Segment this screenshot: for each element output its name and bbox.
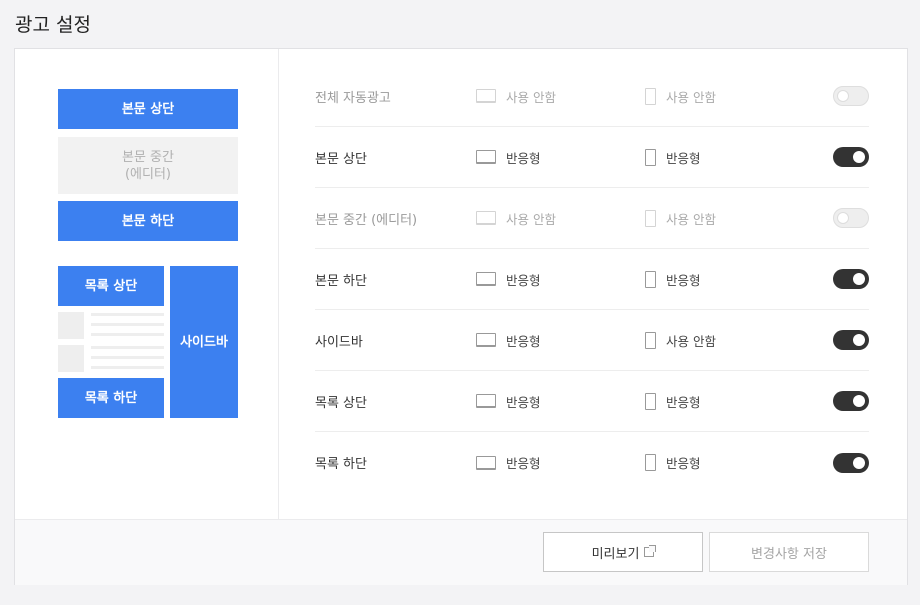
preview-block-sidebar: 사이드바 <box>170 266 238 418</box>
setting-row-body-top: 본문 상단 반응형 반응형 <box>315 127 869 188</box>
mobile-setting-value: 반응형 <box>666 272 701 288</box>
external-link-icon <box>644 545 657 557</box>
toggle-knob <box>853 151 865 163</box>
mobile-icon <box>645 454 656 471</box>
mobile-setting-value: 사용 안함 <box>666 333 716 349</box>
preview-block-body-top: 본문 상단 <box>58 89 238 129</box>
panel-footer: 미리보기 변경사항 저장 <box>15 519 907 585</box>
mobile-setting[interactable]: 사용 안함 <box>645 310 716 370</box>
setting-row-label: 전체 자동광고 <box>315 90 391 106</box>
pc-setting-value: 반응형 <box>506 333 541 349</box>
toggle-knob <box>837 212 849 224</box>
preview-list-line <box>91 356 164 359</box>
preview-block-list-top: 목록 상단 <box>58 266 164 306</box>
desktop-icon <box>476 89 496 103</box>
pc-setting-value: 반응형 <box>506 456 541 471</box>
toggle-knob <box>853 334 865 346</box>
toggle-switch-on[interactable] <box>833 147 869 167</box>
mobile-icon <box>645 209 656 227</box>
mobile-setting-value: 반응형 <box>666 394 701 410</box>
toggle-switch-on[interactable] <box>833 330 869 350</box>
desktop-icon <box>476 394 496 408</box>
preview-button-label: 미리보기 <box>591 546 640 562</box>
page-title: 광고 설정 <box>15 14 91 36</box>
desktop-icon <box>476 272 496 286</box>
mobile-icon <box>645 270 656 288</box>
mobile-setting-value: 반응형 <box>666 150 701 166</box>
mobile-setting[interactable]: 반응형 <box>645 127 701 187</box>
pc-setting[interactable]: 반응형 <box>476 310 541 370</box>
pc-setting-value: 반응형 <box>506 272 541 288</box>
preview-block-list-bottom: 목록 하단 <box>58 378 164 418</box>
pc-setting-value: 반응형 <box>506 150 541 166</box>
preview-list-line <box>91 313 164 316</box>
preview-button[interactable]: 미리보기 <box>543 532 703 572</box>
toggle-switch-on[interactable] <box>833 391 869 411</box>
setting-row-auto-ads: 전체 자동광고 사용 안함 사용 안함 <box>315 66 869 127</box>
setting-row-body-bottom: 본문 하단 반응형 반응형 <box>315 249 869 310</box>
preview-list-line <box>91 323 164 326</box>
pc-setting[interactable]: 반응형 <box>476 432 541 493</box>
setting-row-list-bottom: 목록 하단 반응형 반응형 <box>315 432 869 493</box>
toggle-switch-off[interactable] <box>833 86 869 106</box>
desktop-icon <box>476 150 496 164</box>
toggle-switch-on[interactable] <box>833 452 869 473</box>
save-changes-label: 변경사항 저장 <box>751 546 827 562</box>
preview-list-line <box>91 333 164 336</box>
mobile-setting-value: 반응형 <box>666 456 701 471</box>
setting-row-label: 목록 상단 <box>315 395 367 411</box>
preview-list-line <box>91 366 164 369</box>
setting-row-label: 목록 하단 <box>315 457 367 472</box>
mobile-icon <box>645 392 656 410</box>
pc-setting[interactable]: 반응형 <box>476 371 541 431</box>
setting-row-label: 본문 중간 (에디터) <box>315 212 418 228</box>
toggle-knob <box>853 456 865 469</box>
mobile-setting-value: 사용 안함 <box>666 89 716 105</box>
preview-list-thumb <box>58 312 84 339</box>
setting-row-body-middle: 본문 중간 (에디터) 사용 안함 사용 안함 <box>315 188 869 249</box>
toggle-switch-on[interactable] <box>833 269 869 289</box>
mobile-setting[interactable]: 반응형 <box>645 432 701 493</box>
setting-row-list-top: 목록 상단 반응형 반응형 <box>315 371 869 432</box>
mobile-setting[interactable]: 반응형 <box>645 371 701 431</box>
pc-setting[interactable]: 반응형 <box>476 249 541 309</box>
pc-setting[interactable]: 사용 안함 <box>476 188 556 248</box>
toggle-knob <box>853 273 865 285</box>
setting-row-label: 본문 상단 <box>315 151 367 167</box>
preview-list-line <box>91 346 164 349</box>
save-changes-button[interactable]: 변경사항 저장 <box>709 532 869 572</box>
pc-setting-value: 사용 안함 <box>506 211 556 227</box>
mobile-setting[interactable]: 사용 안함 <box>645 188 716 248</box>
preview-block-body-middle: 본문 중간 (에디터) <box>58 137 238 194</box>
pc-setting[interactable]: 사용 안함 <box>476 66 556 126</box>
preview-list-thumb <box>58 345 84 372</box>
toggle-knob <box>837 90 849 102</box>
setting-row-label: 사이드바 <box>315 334 363 350</box>
mobile-setting[interactable]: 반응형 <box>645 249 701 309</box>
toggle-switch-off[interactable] <box>833 208 869 228</box>
toggle-knob <box>853 395 865 407</box>
pc-setting[interactable]: 반응형 <box>476 127 541 187</box>
preview-block-body-bottom: 본문 하단 <box>58 201 238 241</box>
setting-row-sidebar: 사이드바 반응형 사용 안함 <box>315 310 869 371</box>
ad-layout-preview: 본문 상단 본문 중간 (에디터) 본문 하단 목록 상단 목록 하단 사이드바 <box>15 49 279 519</box>
desktop-icon <box>476 211 496 225</box>
mobile-icon <box>645 148 656 166</box>
ad-settings-panel: 본문 상단 본문 중간 (에디터) 본문 하단 목록 상단 목록 하단 사이드바… <box>14 48 908 585</box>
setting-row-label: 본문 하단 <box>315 273 367 289</box>
mobile-icon <box>645 331 656 349</box>
mobile-icon <box>645 87 656 105</box>
mobile-setting[interactable]: 사용 안함 <box>645 66 716 126</box>
mobile-setting-value: 사용 안함 <box>666 211 716 227</box>
pc-setting-value: 사용 안함 <box>506 89 556 105</box>
desktop-icon <box>476 455 496 470</box>
pc-setting-value: 반응형 <box>506 394 541 410</box>
desktop-icon <box>476 333 496 347</box>
